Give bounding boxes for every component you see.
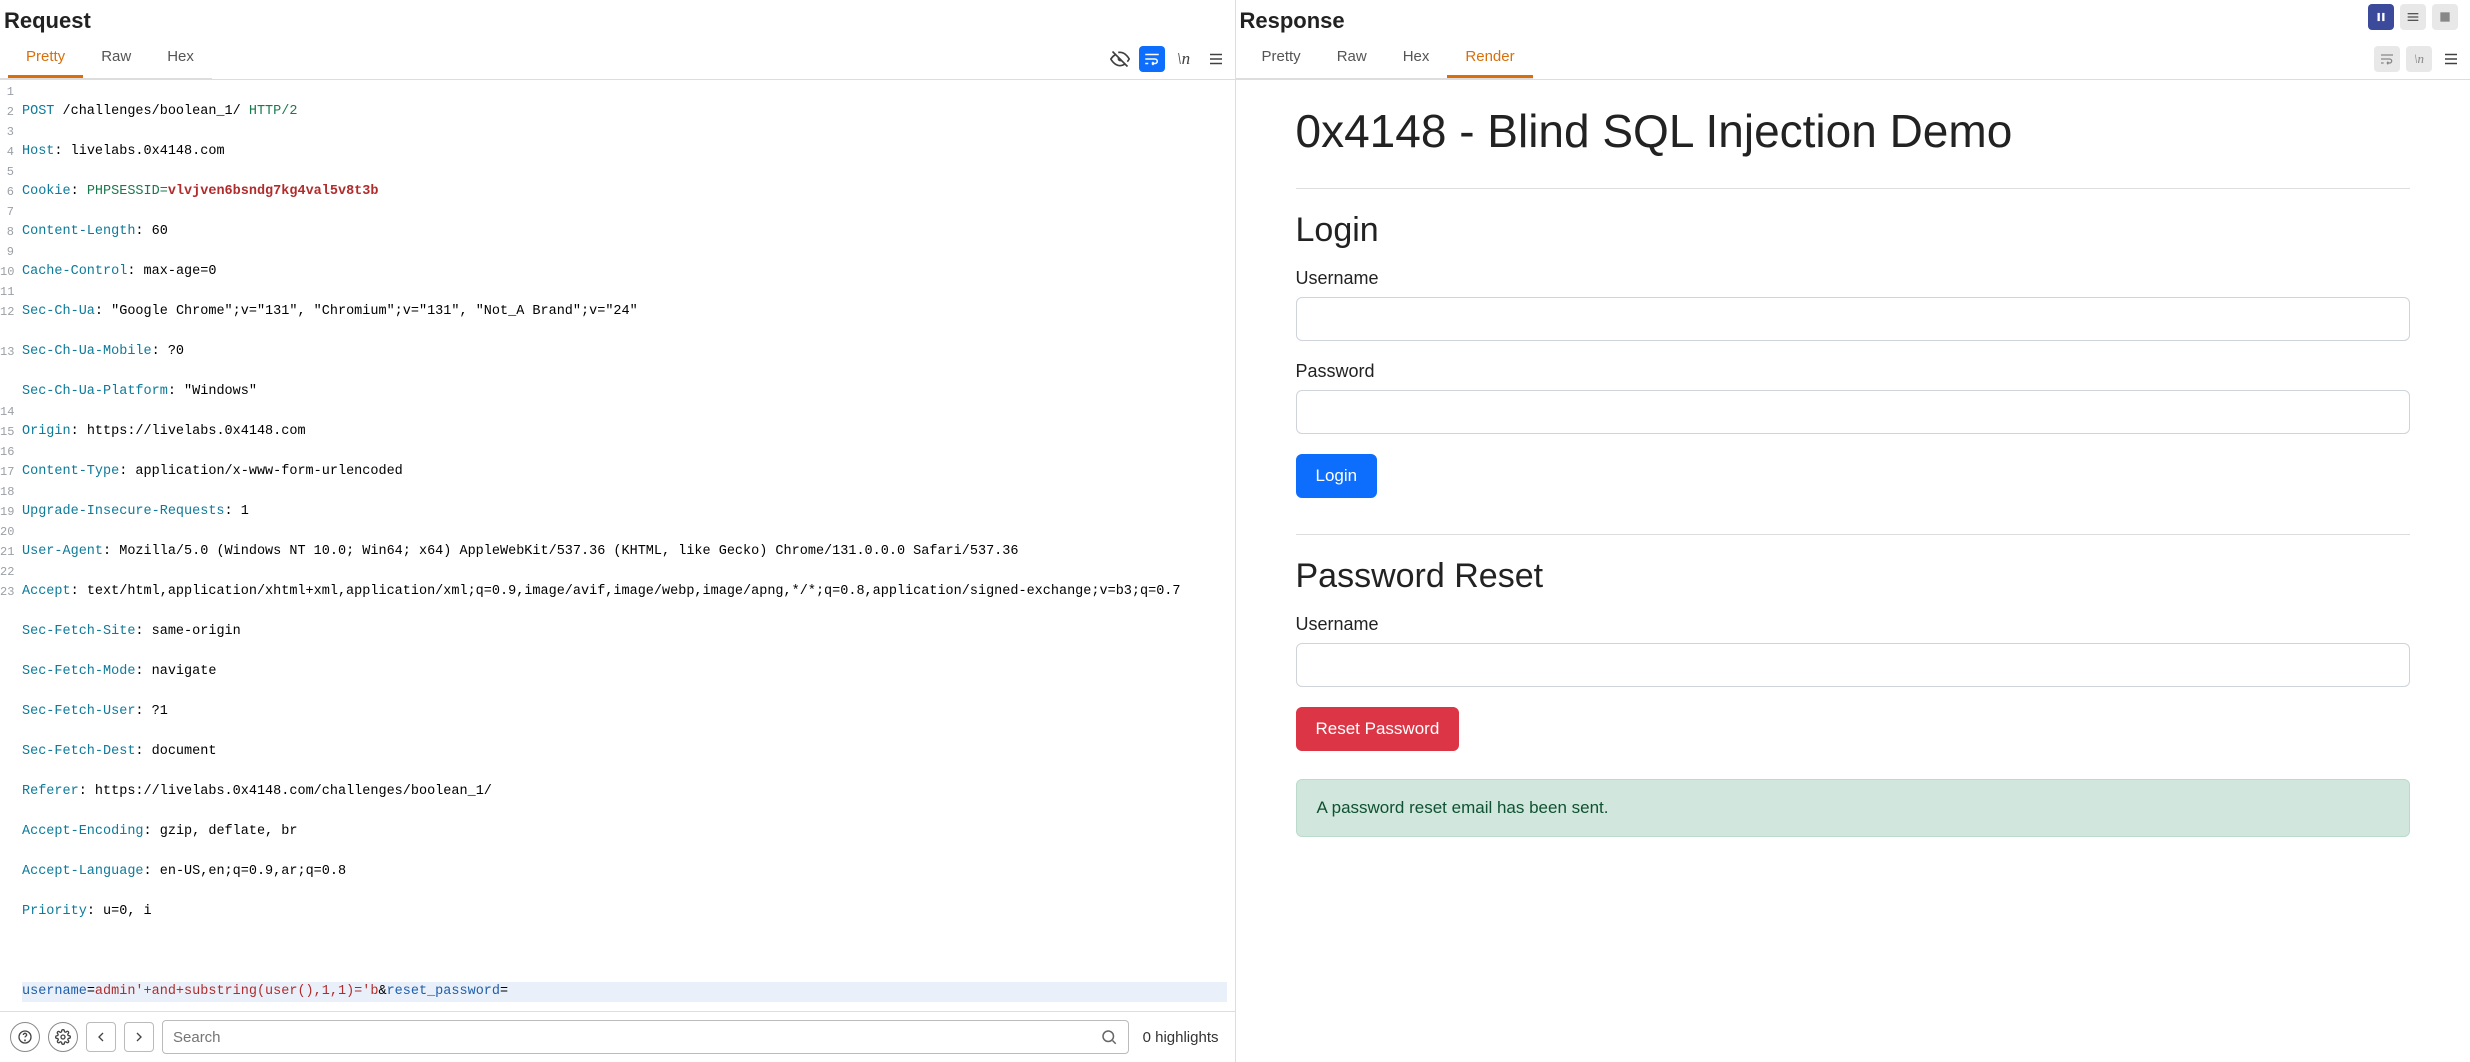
reset-password-button[interactable]: Reset Password <box>1296 707 1460 751</box>
hdr-name: Cache-Control <box>22 264 127 279</box>
request-menu-icon[interactable] <box>1203 46 1229 72</box>
hdr-value: https://livelabs.0x4148.com <box>79 424 306 439</box>
pause-icon[interactable] <box>2368 4 2394 30</box>
reset-username-label: Username <box>1296 614 2411 635</box>
hdr-name: Origin <box>22 424 71 439</box>
tab-pretty-resp[interactable]: Pretty <box>1244 38 1319 78</box>
cookie-key: PHPSESSID= <box>79 184 168 199</box>
hdr-name: Accept-Language <box>22 864 144 879</box>
wrap-lines-icon[interactable] <box>1139 46 1165 72</box>
hdr-value: en-US,en;q=0.9,ar;q=0.8 <box>152 864 346 879</box>
layout-icon[interactable] <box>2400 4 2426 30</box>
hdr-name: Sec-Ch-Ua <box>22 304 95 319</box>
hdr-name: Accept <box>22 584 71 599</box>
hdr-name: Sec-Fetch-Dest <box>22 744 135 759</box>
param-value: admin'+and+substring(user(),1,1)='b <box>95 984 379 999</box>
expand-icon[interactable] <box>2432 4 2458 30</box>
login-heading: Login <box>1296 211 2411 250</box>
hdr-name: Accept-Encoding <box>22 824 144 839</box>
line-gutter: 1234567891011121314151617181920212223 <box>0 80 18 1011</box>
show-nonprintable-resp-icon[interactable]: \n <box>2406 46 2432 72</box>
divider <box>1296 188 2411 189</box>
page-title: 0x4148 - Blind SQL Injection Demo <box>1296 104 2411 158</box>
hdr-name: Sec-Ch-Ua-Mobile <box>22 344 152 359</box>
hdr-value: u=0, i <box>95 904 152 919</box>
param-sep: & <box>378 984 386 999</box>
hdr-value: https://livelabs.0x4148.com/challenges/b… <box>87 784 492 799</box>
tab-raw[interactable]: Raw <box>83 38 149 78</box>
response-tabs: Pretty Raw Hex Render <box>1236 38 1533 79</box>
hdr-name: Sec-Fetch-Site <box>22 624 135 639</box>
hdr-name: Upgrade-Insecure-Requests <box>22 504 225 519</box>
tab-pretty[interactable]: Pretty <box>8 38 83 78</box>
hdr-value: 60 <box>144 224 168 239</box>
hdr-name: Content-Length <box>22 224 135 239</box>
hdr-value: "Google Chrome";v="131", "Chromium";v="1… <box>103 304 638 319</box>
login-password-label: Password <box>1296 361 2411 382</box>
hdr-value: ?1 <box>144 704 168 719</box>
request-code[interactable]: POST /challenges/boolean_1/ HTTP/2 Host:… <box>18 80 1235 1011</box>
request-title: Request <box>4 8 91 34</box>
hdr-value: livelabs.0x4148.com <box>63 144 225 159</box>
login-username-input[interactable] <box>1296 297 2411 341</box>
divider <box>1296 534 2411 535</box>
cookie-value: vlvjven6bsndg7kg4val5v8t3b <box>168 184 379 199</box>
hdr-name: Priority <box>22 904 87 919</box>
tab-hex[interactable]: Hex <box>149 38 212 78</box>
hdr-name: User-Agent <box>22 544 103 559</box>
hdr-name: Sec-Ch-Ua-Platform <box>22 384 168 399</box>
response-render: 0x4148 - Blind SQL Injection Demo Login … <box>1236 80 2470 1062</box>
search-icon[interactable] <box>1100 1028 1118 1046</box>
hdr-value: "Windows" <box>176 384 257 399</box>
toggle-hidden-icon[interactable] <box>1107 46 1133 72</box>
hdr-value: same-origin <box>144 624 241 639</box>
request-panel: Request Pretty Raw Hex \n <box>0 0 1236 1062</box>
tab-raw-resp[interactable]: Raw <box>1319 38 1385 78</box>
reset-username-input[interactable] <box>1296 643 2411 687</box>
param-name: username <box>22 984 87 999</box>
hdr-value: 1 <box>233 504 249 519</box>
hdr-name: Referer <box>22 784 79 799</box>
hdr-name: Host <box>22 144 54 159</box>
login-button[interactable]: Login <box>1296 454 1378 498</box>
login-username-label: Username <box>1296 268 2411 289</box>
help-icon[interactable] <box>10 1022 40 1052</box>
response-menu-icon[interactable] <box>2438 46 2464 72</box>
hdr-name: Cookie <box>22 184 71 199</box>
hdr-value: application/x-www-form-urlencoded <box>127 464 402 479</box>
response-panel: Response Pretty Raw Hex Render <box>1236 0 2470 1062</box>
search-box[interactable] <box>162 1020 1129 1054</box>
highlight-count: 0 highlights <box>1137 1029 1225 1046</box>
hdr-value: max-age=0 <box>135 264 216 279</box>
hdr-value: text/html,application/xhtml+xml,applicat… <box>79 584 1181 599</box>
next-match-icon[interactable] <box>124 1022 154 1052</box>
login-password-input[interactable] <box>1296 390 2411 434</box>
http-proto: HTTP/2 <box>249 104 298 119</box>
hdr-name: Sec-Fetch-Mode <box>22 664 135 679</box>
http-method: POST <box>22 104 54 119</box>
wrap-lines-resp-icon[interactable] <box>2374 46 2400 72</box>
param-name: reset_password <box>387 984 500 999</box>
reset-heading: Password Reset <box>1296 557 2411 596</box>
hdr-name: Sec-Fetch-User <box>22 704 135 719</box>
search-input[interactable] <box>173 1029 1100 1046</box>
hdr-name: Content-Type <box>22 464 119 479</box>
hdr-value: ?0 <box>160 344 184 359</box>
hdr-value: gzip, deflate, br <box>152 824 298 839</box>
hdr-value: document <box>144 744 217 759</box>
request-editor[interactable]: 1234567891011121314151617181920212223 PO… <box>0 80 1235 1011</box>
prev-match-icon[interactable] <box>86 1022 116 1052</box>
show-nonprintable-icon[interactable]: \n <box>1171 46 1197 72</box>
response-title: Response <box>1240 8 1345 34</box>
hdr-value: navigate <box>144 664 217 679</box>
request-tabs: Pretty Raw Hex <box>0 38 212 79</box>
alert-success: A password reset email has been sent. <box>1296 779 2411 837</box>
tab-hex-resp[interactable]: Hex <box>1385 38 1448 78</box>
tab-render-resp[interactable]: Render <box>1447 38 1532 78</box>
request-bottom-bar: 0 highlights <box>0 1011 1235 1062</box>
http-path: /challenges/boolean_1/ <box>54 104 248 119</box>
hdr-value: Mozilla/5.0 (Windows NT 10.0; Win64; x64… <box>111 544 1018 559</box>
gear-icon[interactable] <box>48 1022 78 1052</box>
